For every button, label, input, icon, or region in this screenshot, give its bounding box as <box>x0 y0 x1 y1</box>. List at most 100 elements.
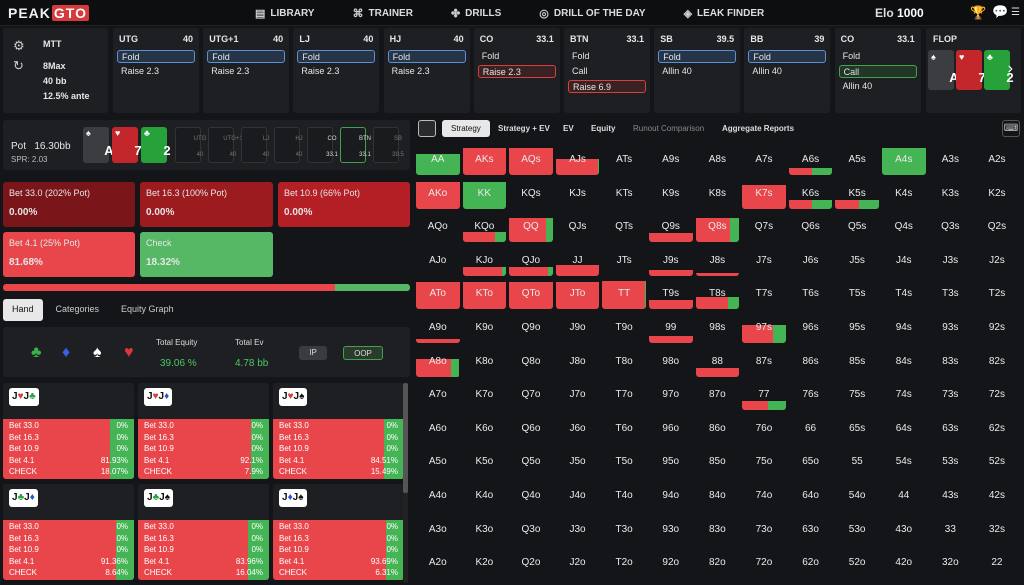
range-cell[interactable]: J4s <box>882 246 926 276</box>
position-card-hj[interactable]: HJ 40 Fold Raise 2.3 <box>383 28 470 113</box>
range-cell[interactable]: 87s <box>742 347 786 377</box>
range-cell[interactable]: K2o <box>463 548 507 578</box>
range-cell[interactable]: 92o <box>649 548 693 578</box>
action-option[interactable]: Fold <box>748 50 827 63</box>
tab-equity-graph[interactable]: Equity Graph <box>112 299 183 321</box>
nav-library[interactable]: ▤ LIBRARY <box>255 7 314 20</box>
seat-utgplus1[interactable]: UTG+1 40 <box>208 127 243 163</box>
seat-sb[interactable]: SB 39.5 <box>373 127 404 163</box>
range-cell[interactable]: QJo <box>509 246 553 276</box>
range-cell[interactable]: 43o <box>882 515 926 545</box>
range-cell[interactable]: T6o <box>602 414 646 444</box>
range-cell[interactable]: 64o <box>789 481 833 511</box>
tab-aggregate-reports[interactable]: Aggregate Reports <box>722 120 794 137</box>
action-button[interactable]: Bet 10.9 (66% Pot) 0.00% <box>278 182 410 227</box>
action-button[interactable]: Bet 4.1 (25% Pot) 81.68% <box>3 232 135 277</box>
action-option[interactable]: Fold <box>839 50 917 63</box>
action-option[interactable]: Call <box>838 65 917 78</box>
club-icon[interactable]: ♣ <box>31 344 42 362</box>
tab-strategy[interactable]: Strategy <box>442 120 490 137</box>
range-cell[interactable]: A9s <box>649 145 693 175</box>
range-cell[interactable]: 95s <box>835 313 879 343</box>
range-cell[interactable]: KK <box>462 179 507 209</box>
range-cell[interactable]: T6s <box>789 279 833 309</box>
range-cell[interactable]: KQo <box>462 212 507 243</box>
hand-combo-card[interactable]: J♦J♠ Bet 33.0 0% Bet 16.3 0% Bet 10.9 0% Bet 4.… <box>273 484 404 580</box>
range-cell[interactable]: 97s <box>742 313 786 343</box>
range-cell[interactable]: Q8s <box>695 212 740 243</box>
range-cell[interactable]: 98s <box>696 313 740 343</box>
tab-categories[interactable]: Categories <box>47 299 109 321</box>
range-cell[interactable]: T7s <box>742 279 786 309</box>
range-cell[interactable]: JTs <box>602 246 646 276</box>
range-cell[interactable]: T4o <box>602 481 646 511</box>
range-cell[interactable]: KJs <box>556 179 600 209</box>
range-cell[interactable]: 52o <box>835 548 879 578</box>
action-button[interactable]: Bet 16.3 (100% Pot) 0.00% <box>140 182 273 227</box>
range-cell[interactable]: K4o <box>463 481 507 511</box>
range-cell[interactable]: AQs <box>509 145 553 175</box>
range-cell[interactable]: J3s <box>929 246 973 276</box>
range-cell[interactable]: 72o <box>742 548 786 578</box>
position-card-sb[interactable]: SB 39.5 Fold Allin 40 <box>654 28 741 113</box>
range-cell[interactable]: 53o <box>835 515 879 545</box>
action-option[interactable]: Fold <box>297 50 376 63</box>
range-cell[interactable]: 55 <box>835 447 879 477</box>
range-cell[interactable]: 88 <box>695 347 740 377</box>
range-cell[interactable]: 53s <box>929 447 973 477</box>
range-cell[interactable]: 73o <box>742 515 786 545</box>
range-cell[interactable]: Q2o <box>509 548 553 578</box>
action-option[interactable]: Fold <box>117 50 195 63</box>
action-option[interactable]: Raise 2.3 <box>207 65 285 78</box>
range-cell[interactable]: 92s <box>975 313 1019 343</box>
range-cell[interactable]: KQs <box>509 179 553 209</box>
range-cell[interactable]: 32o <box>929 548 973 578</box>
range-cell[interactable]: Q6o <box>509 414 553 444</box>
range-cell[interactable]: 63o <box>789 515 833 545</box>
range-cell[interactable]: QTs <box>602 212 646 242</box>
action-option[interactable]: Fold <box>387 50 466 63</box>
range-cell[interactable]: T2o <box>602 548 646 578</box>
range-cell[interactable]: A7s <box>742 145 786 175</box>
action-option[interactable]: Fold <box>478 50 556 63</box>
menu-icon[interactable]: ☰ <box>1011 7 1020 18</box>
logo[interactable]: PEAK GTO <box>8 5 89 21</box>
position-card-btn[interactable]: BTN 33.1 Fold Call Raise 6.9 <box>564 28 650 113</box>
action-option[interactable]: Call <box>568 65 646 78</box>
range-cell[interactable]: 77 <box>742 380 786 411</box>
heart-icon[interactable]: ♥ <box>124 344 134 362</box>
range-cell[interactable]: QJs <box>556 212 600 242</box>
hand-combo-card[interactable]: J♣J♦ Bet 33.0 0% Bet 16.3 0% Bet 10.9 0% Bet 4.… <box>3 484 134 580</box>
range-cell[interactable]: A3s <box>929 145 973 175</box>
range-cell[interactable]: 93s <box>929 313 973 343</box>
range-cell[interactable]: JJ <box>555 246 600 276</box>
range-cell[interactable]: 42s <box>975 481 1019 511</box>
range-cell[interactable]: 22 <box>975 548 1019 578</box>
range-cell[interactable]: 32s <box>975 515 1019 545</box>
range-cell[interactable]: 75s <box>835 380 879 410</box>
range-cell[interactable]: K9o <box>463 313 507 343</box>
action-option[interactable]: Raise 2.3 <box>477 65 556 78</box>
gamepad-icon[interactable]: ⌨ <box>1002 120 1020 137</box>
tab-runout-comparison[interactable]: Runout Comparison <box>633 120 704 137</box>
range-cell[interactable]: 73s <box>929 380 973 410</box>
range-cell[interactable]: A5s <box>835 145 879 175</box>
tab-equity[interactable]: Equity <box>591 120 615 137</box>
nav-trainer[interactable]: ⌘ TRAINER <box>352 7 412 20</box>
range-cell[interactable]: 86s <box>789 347 833 377</box>
action-option[interactable]: Allin 40 <box>748 65 826 78</box>
tab-ev[interactable]: EV <box>563 120 574 137</box>
action-option[interactable]: Raise 6.9 <box>568 80 646 93</box>
range-cell[interactable]: J8s <box>695 246 740 276</box>
range-cell[interactable]: Q8o <box>509 347 553 377</box>
tab-hand[interactable]: Hand <box>3 299 43 321</box>
range-cell[interactable]: A8o <box>416 347 460 377</box>
range-cell[interactable]: Q3s <box>929 212 973 242</box>
range-cell[interactable]: 76o <box>742 414 786 444</box>
range-cell[interactable]: K2s <box>975 179 1019 209</box>
range-cell[interactable]: T4s <box>882 279 926 309</box>
action-option[interactable]: Fold <box>658 50 737 63</box>
range-cell[interactable]: A4s <box>882 145 926 175</box>
seat-lj[interactable]: LJ 40 <box>241 127 269 163</box>
range-cell[interactable]: Q5s <box>835 212 879 242</box>
